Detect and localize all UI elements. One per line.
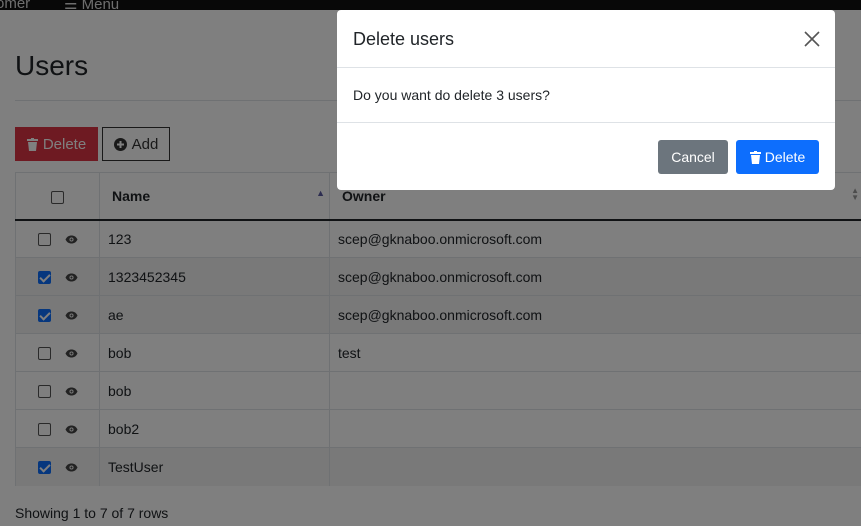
trash-icon [749, 150, 761, 164]
modal-title: Delete users [353, 29, 455, 49]
modal-message: Do you want do delete 3 users? [353, 87, 550, 103]
confirm-delete-label: Delete [764, 149, 806, 165]
modal-footer: Cancel Delete [337, 122, 835, 190]
close-icon[interactable] [803, 30, 821, 48]
delete-users-modal: Delete users Do you want do delete 3 use… [337, 10, 835, 190]
modal-header: Delete users [337, 10, 835, 68]
cancel-button[interactable]: Cancel [658, 140, 728, 174]
confirm-delete-button[interactable]: Delete [736, 140, 819, 174]
